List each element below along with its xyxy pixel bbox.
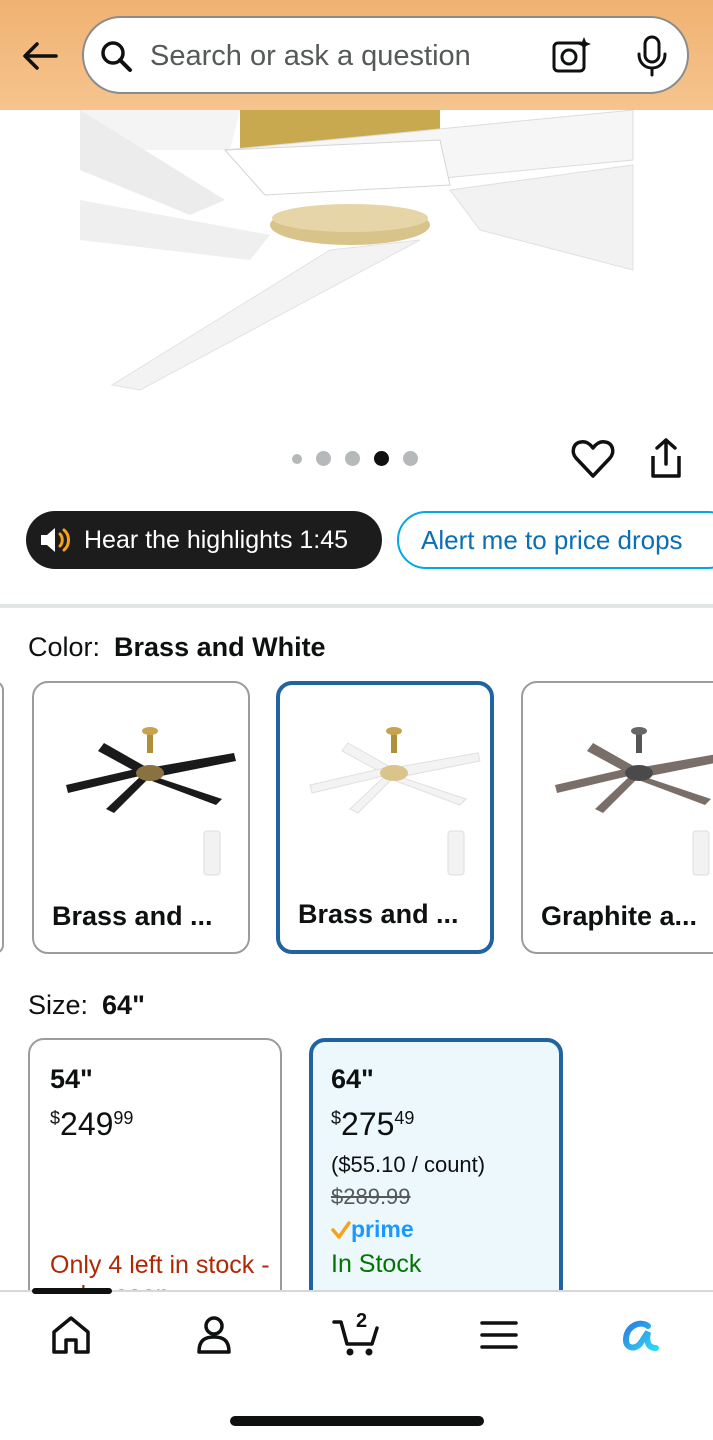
search-placeholder: Search or ask a question [150, 40, 471, 72]
ceiling-fan-image [80, 110, 634, 391]
arrow-left-icon [23, 42, 58, 70]
back-button[interactable] [18, 34, 62, 78]
selected-color: Brass and White [114, 632, 326, 662]
search-input[interactable]: Search or ask a question [82, 16, 689, 94]
speaker-icon [41, 528, 70, 552]
size-option-54[interactable]: 54" $24999 Only 4 left in stock - order … [28, 1038, 282, 1328]
share-icon[interactable] [643, 436, 689, 482]
cart-count-badge: 2 [356, 1310, 368, 1332]
carousel-dot[interactable] [292, 453, 302, 464]
unit-price: ($55.10 / count) [331, 1152, 486, 1177]
image-carousel-dots[interactable] [292, 451, 418, 466]
color-option-partial[interactable] [0, 681, 4, 954]
price-drop-alert-button[interactable]: Alert me to price drops [397, 511, 713, 569]
size-option-64[interactable]: 64" $27549 ($55.10 / count) $289.99 prim… [309, 1038, 563, 1328]
active-tab-indicator [32, 1288, 112, 1294]
account-icon[interactable] [191, 1312, 237, 1358]
fan-thumbnail [555, 727, 713, 876]
hear-highlights-label: Hear the highlights 1:45 [84, 525, 349, 554]
color-option-brass-white[interactable]: Brass and ... [276, 681, 494, 954]
rufus-icon[interactable] [618, 1312, 662, 1358]
microphone-icon[interactable] [632, 34, 672, 78]
carousel-dot-active[interactable] [374, 451, 389, 466]
color-option-label: Brass and ... [52, 901, 213, 931]
color-label: Color: [28, 632, 101, 662]
product-image[interactable] [0, 110, 713, 440]
size-option-name: 64" [331, 1064, 374, 1094]
fan-thumbnail [309, 727, 481, 876]
search-icon [101, 41, 132, 72]
size-selector-heading: Size: 64" [28, 990, 145, 1021]
color-option-graphite[interactable]: Graphite a... [521, 681, 713, 954]
camera-lens-icon[interactable] [550, 34, 594, 78]
carousel-dot[interactable] [345, 451, 360, 466]
size-label: Size: [28, 990, 89, 1020]
carousel-dot[interactable] [403, 451, 418, 466]
availability-text: In Stock [331, 1250, 422, 1278]
carousel-dot[interactable] [316, 451, 331, 466]
selected-size: 64" [102, 990, 145, 1020]
size-option-name: 54" [50, 1064, 93, 1094]
color-option-brass-black[interactable]: Brass and ... [32, 681, 250, 954]
home-icon[interactable] [48, 1312, 94, 1358]
section-divider [0, 604, 713, 608]
prime-check-icon [331, 1220, 351, 1239]
top-header: Search or ask a question [0, 0, 713, 110]
hear-highlights-button[interactable]: Hear the highlights 1:45 [26, 511, 382, 569]
color-selector-heading: Color: Brass and White [28, 632, 326, 663]
bottom-navigation: 2 [0, 1288, 713, 1440]
fan-thumbnail [66, 727, 236, 876]
size-option-price: $27549 [331, 1106, 415, 1142]
size-option-price: $24999 [50, 1106, 134, 1142]
list-price: $289.99 [331, 1184, 411, 1209]
color-option-label: Brass and ... [298, 899, 459, 929]
home-indicator [230, 1416, 484, 1426]
heart-icon[interactable] [570, 436, 616, 482]
menu-icon[interactable] [476, 1312, 522, 1358]
prime-badge: prime [331, 1216, 414, 1243]
price-drop-alert-label: Alert me to price drops [421, 524, 683, 555]
color-option-label: Graphite a... [541, 901, 698, 931]
